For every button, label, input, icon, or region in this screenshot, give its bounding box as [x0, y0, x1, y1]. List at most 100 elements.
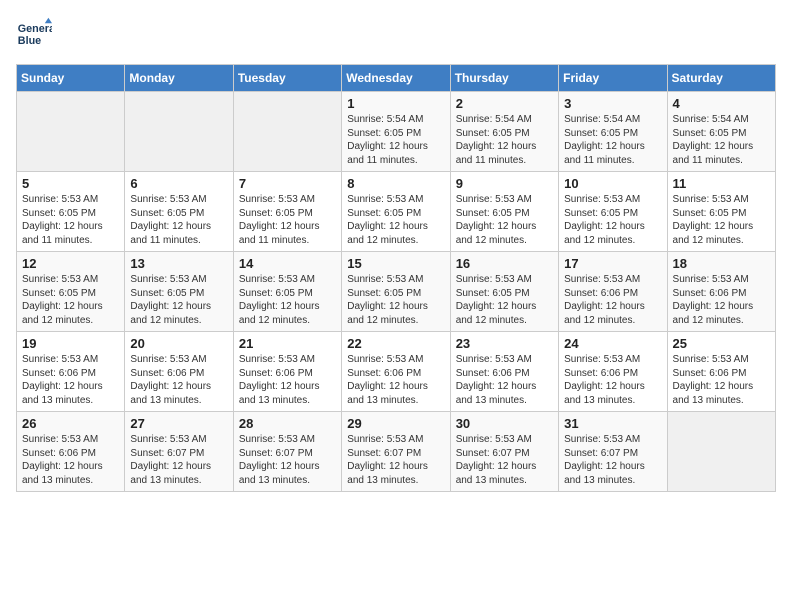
weekday-header: Thursday	[450, 65, 558, 92]
calendar-week-row: 1 Sunrise: 5:54 AMSunset: 6:05 PMDayligh…	[17, 92, 776, 172]
day-number: 5	[22, 176, 119, 191]
cell-info: Sunrise: 5:53 AMSunset: 6:05 PMDaylight:…	[130, 194, 211, 246]
calendar-cell: 17 Sunrise: 5:53 AMSunset: 6:06 PMDaylig…	[559, 252, 667, 332]
calendar-cell: 9 Sunrise: 5:53 AMSunset: 6:05 PMDayligh…	[450, 172, 558, 252]
day-number: 9	[456, 176, 553, 191]
cell-info: Sunrise: 5:53 AMSunset: 6:05 PMDaylight:…	[347, 274, 428, 326]
calendar-cell	[125, 92, 233, 172]
calendar-cell: 28 Sunrise: 5:53 AMSunset: 6:07 PMDaylig…	[233, 412, 341, 492]
calendar-cell: 6 Sunrise: 5:53 AMSunset: 6:05 PMDayligh…	[125, 172, 233, 252]
cell-info: Sunrise: 5:53 AMSunset: 6:05 PMDaylight:…	[456, 194, 537, 246]
calendar-cell: 7 Sunrise: 5:53 AMSunset: 6:05 PMDayligh…	[233, 172, 341, 252]
calendar-cell: 20 Sunrise: 5:53 AMSunset: 6:06 PMDaylig…	[125, 332, 233, 412]
day-number: 3	[564, 96, 661, 111]
logo-icon: General Blue	[16, 16, 52, 52]
cell-info: Sunrise: 5:54 AMSunset: 6:05 PMDaylight:…	[564, 114, 645, 166]
day-number: 22	[347, 336, 444, 351]
page-header: General Blue	[16, 16, 776, 52]
cell-info: Sunrise: 5:53 AMSunset: 6:07 PMDaylight:…	[239, 434, 320, 486]
cell-info: Sunrise: 5:53 AMSunset: 6:05 PMDaylight:…	[347, 194, 428, 246]
cell-info: Sunrise: 5:53 AMSunset: 6:05 PMDaylight:…	[564, 194, 645, 246]
cell-info: Sunrise: 5:53 AMSunset: 6:05 PMDaylight:…	[130, 274, 211, 326]
weekday-header: Wednesday	[342, 65, 450, 92]
calendar-cell: 24 Sunrise: 5:53 AMSunset: 6:06 PMDaylig…	[559, 332, 667, 412]
calendar-week-row: 12 Sunrise: 5:53 AMSunset: 6:05 PMDaylig…	[17, 252, 776, 332]
calendar-cell	[667, 412, 775, 492]
calendar-cell: 21 Sunrise: 5:53 AMSunset: 6:06 PMDaylig…	[233, 332, 341, 412]
cell-info: Sunrise: 5:53 AMSunset: 6:07 PMDaylight:…	[347, 434, 428, 486]
calendar-cell: 27 Sunrise: 5:53 AMSunset: 6:07 PMDaylig…	[125, 412, 233, 492]
calendar-cell: 23 Sunrise: 5:53 AMSunset: 6:06 PMDaylig…	[450, 332, 558, 412]
day-number: 8	[347, 176, 444, 191]
calendar-cell: 16 Sunrise: 5:53 AMSunset: 6:05 PMDaylig…	[450, 252, 558, 332]
cell-info: Sunrise: 5:53 AMSunset: 6:06 PMDaylight:…	[673, 354, 754, 406]
cell-info: Sunrise: 5:53 AMSunset: 6:06 PMDaylight:…	[564, 354, 645, 406]
weekday-header-row: SundayMondayTuesdayWednesdayThursdayFrid…	[17, 65, 776, 92]
cell-info: Sunrise: 5:54 AMSunset: 6:05 PMDaylight:…	[347, 114, 428, 166]
day-number: 10	[564, 176, 661, 191]
weekday-header: Saturday	[667, 65, 775, 92]
weekday-header: Tuesday	[233, 65, 341, 92]
calendar-cell: 15 Sunrise: 5:53 AMSunset: 6:05 PMDaylig…	[342, 252, 450, 332]
calendar-cell: 5 Sunrise: 5:53 AMSunset: 6:05 PMDayligh…	[17, 172, 125, 252]
calendar-cell: 25 Sunrise: 5:53 AMSunset: 6:06 PMDaylig…	[667, 332, 775, 412]
weekday-header: Monday	[125, 65, 233, 92]
calendar-cell: 10 Sunrise: 5:53 AMSunset: 6:05 PMDaylig…	[559, 172, 667, 252]
cell-info: Sunrise: 5:53 AMSunset: 6:07 PMDaylight:…	[564, 434, 645, 486]
cell-info: Sunrise: 5:54 AMSunset: 6:05 PMDaylight:…	[673, 114, 754, 166]
calendar-cell: 26 Sunrise: 5:53 AMSunset: 6:06 PMDaylig…	[17, 412, 125, 492]
day-number: 1	[347, 96, 444, 111]
calendar-cell: 22 Sunrise: 5:53 AMSunset: 6:06 PMDaylig…	[342, 332, 450, 412]
day-number: 28	[239, 416, 336, 431]
day-number: 20	[130, 336, 227, 351]
day-number: 27	[130, 416, 227, 431]
cell-info: Sunrise: 5:53 AMSunset: 6:06 PMDaylight:…	[239, 354, 320, 406]
cell-info: Sunrise: 5:53 AMSunset: 6:05 PMDaylight:…	[239, 194, 320, 246]
cell-info: Sunrise: 5:53 AMSunset: 6:05 PMDaylight:…	[22, 194, 103, 246]
cell-info: Sunrise: 5:53 AMSunset: 6:06 PMDaylight:…	[22, 434, 103, 486]
calendar-cell: 31 Sunrise: 5:53 AMSunset: 6:07 PMDaylig…	[559, 412, 667, 492]
day-number: 29	[347, 416, 444, 431]
calendar-cell	[17, 92, 125, 172]
day-number: 15	[347, 256, 444, 271]
cell-info: Sunrise: 5:53 AMSunset: 6:06 PMDaylight:…	[673, 274, 754, 326]
calendar-table: SundayMondayTuesdayWednesdayThursdayFrid…	[16, 64, 776, 492]
cell-info: Sunrise: 5:53 AMSunset: 6:06 PMDaylight:…	[22, 354, 103, 406]
calendar-cell: 11 Sunrise: 5:53 AMSunset: 6:05 PMDaylig…	[667, 172, 775, 252]
cell-info: Sunrise: 5:53 AMSunset: 6:06 PMDaylight:…	[564, 274, 645, 326]
calendar-cell: 30 Sunrise: 5:53 AMSunset: 6:07 PMDaylig…	[450, 412, 558, 492]
calendar-cell: 1 Sunrise: 5:54 AMSunset: 6:05 PMDayligh…	[342, 92, 450, 172]
day-number: 18	[673, 256, 770, 271]
day-number: 26	[22, 416, 119, 431]
day-number: 16	[456, 256, 553, 271]
cell-info: Sunrise: 5:53 AMSunset: 6:05 PMDaylight:…	[673, 194, 754, 246]
day-number: 30	[456, 416, 553, 431]
day-number: 13	[130, 256, 227, 271]
day-number: 19	[22, 336, 119, 351]
calendar-cell: 13 Sunrise: 5:53 AMSunset: 6:05 PMDaylig…	[125, 252, 233, 332]
day-number: 21	[239, 336, 336, 351]
svg-text:Blue: Blue	[18, 35, 41, 47]
calendar-cell: 3 Sunrise: 5:54 AMSunset: 6:05 PMDayligh…	[559, 92, 667, 172]
cell-info: Sunrise: 5:53 AMSunset: 6:05 PMDaylight:…	[239, 274, 320, 326]
calendar-cell	[233, 92, 341, 172]
calendar-cell: 4 Sunrise: 5:54 AMSunset: 6:05 PMDayligh…	[667, 92, 775, 172]
logo: General Blue	[16, 16, 58, 52]
cell-info: Sunrise: 5:53 AMSunset: 6:05 PMDaylight:…	[456, 274, 537, 326]
day-number: 4	[673, 96, 770, 111]
calendar-cell: 14 Sunrise: 5:53 AMSunset: 6:05 PMDaylig…	[233, 252, 341, 332]
calendar-cell: 18 Sunrise: 5:53 AMSunset: 6:06 PMDaylig…	[667, 252, 775, 332]
calendar-cell: 2 Sunrise: 5:54 AMSunset: 6:05 PMDayligh…	[450, 92, 558, 172]
calendar-cell: 8 Sunrise: 5:53 AMSunset: 6:05 PMDayligh…	[342, 172, 450, 252]
calendar-week-row: 5 Sunrise: 5:53 AMSunset: 6:05 PMDayligh…	[17, 172, 776, 252]
cell-info: Sunrise: 5:54 AMSunset: 6:05 PMDaylight:…	[456, 114, 537, 166]
cell-info: Sunrise: 5:53 AMSunset: 6:07 PMDaylight:…	[130, 434, 211, 486]
calendar-week-row: 19 Sunrise: 5:53 AMSunset: 6:06 PMDaylig…	[17, 332, 776, 412]
cell-info: Sunrise: 5:53 AMSunset: 6:06 PMDaylight:…	[130, 354, 211, 406]
cell-info: Sunrise: 5:53 AMSunset: 6:06 PMDaylight:…	[347, 354, 428, 406]
cell-info: Sunrise: 5:53 AMSunset: 6:07 PMDaylight:…	[456, 434, 537, 486]
day-number: 11	[673, 176, 770, 191]
day-number: 2	[456, 96, 553, 111]
weekday-header: Sunday	[17, 65, 125, 92]
svg-text:General: General	[18, 23, 52, 35]
